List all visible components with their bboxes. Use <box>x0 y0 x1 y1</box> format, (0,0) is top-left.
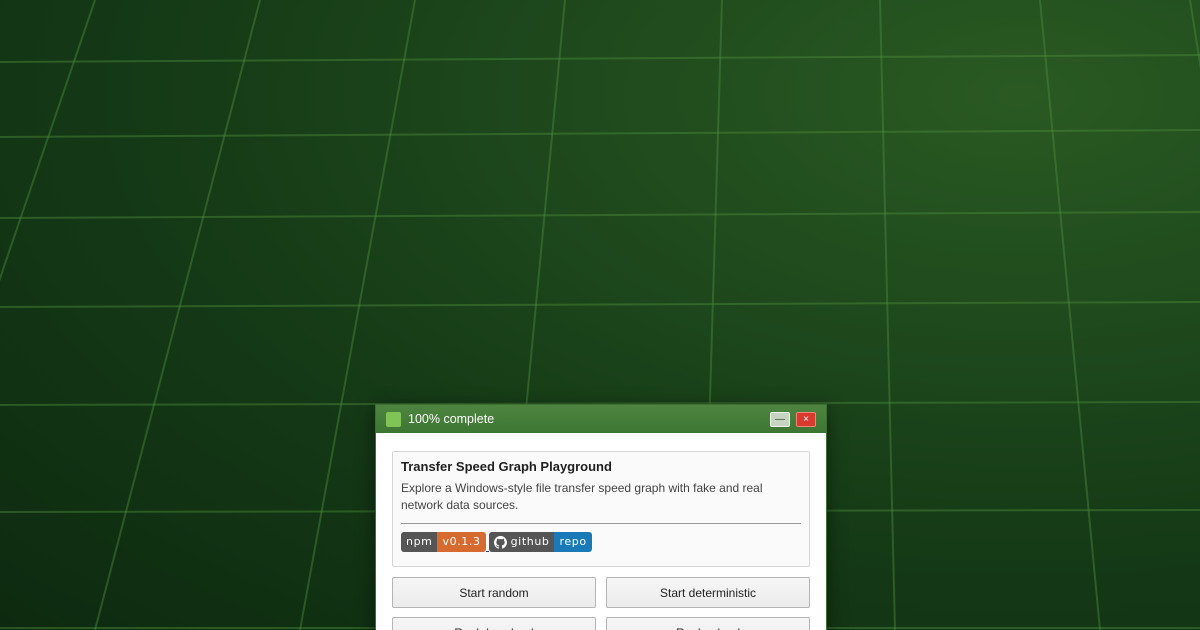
github-badge-link[interactable]: github repo <box>488 532 592 552</box>
window-title: 100% complete <box>408 412 495 426</box>
npm-badge-label: npm <box>401 532 438 552</box>
info-card: Transfer Speed Graph Playground Explore … <box>392 451 810 567</box>
app-icon <box>386 411 401 427</box>
title-bar[interactable]: 100% complete — × <box>376 405 826 433</box>
divider <box>401 523 801 524</box>
card-title: Transfer Speed Graph Playground <box>401 459 612 474</box>
button-row-start: Start random Start deterministic <box>392 577 810 608</box>
real-download-button[interactable]: Real download <box>392 617 596 630</box>
badge-row: npm v0.1.3 github repo <box>401 532 801 552</box>
github-icon <box>493 535 507 549</box>
button-row-real: Real download Real upload <box>392 617 810 630</box>
github-badge-left: github <box>488 532 555 552</box>
start-random-button[interactable]: Start random <box>392 577 596 608</box>
minimize-button[interactable]: — <box>770 411 790 427</box>
npm-badge-link[interactable]: npm v0.1.3 <box>401 532 486 552</box>
real-upload-button[interactable]: Real upload <box>606 617 810 630</box>
start-deterministic-button[interactable]: Start deterministic <box>606 577 810 608</box>
npm-badge-version: v0.1.3 <box>437 532 486 552</box>
app-window: 100% complete — × Transfer Speed Graph P… <box>375 404 827 630</box>
github-badge-value: repo <box>554 532 592 552</box>
card-description: Explore a Windows-style file transfer sp… <box>401 481 763 512</box>
github-badge-label: github <box>510 535 550 548</box>
window-content: Transfer Speed Graph Playground Explore … <box>376 433 826 630</box>
close-button[interactable]: × <box>796 411 816 427</box>
